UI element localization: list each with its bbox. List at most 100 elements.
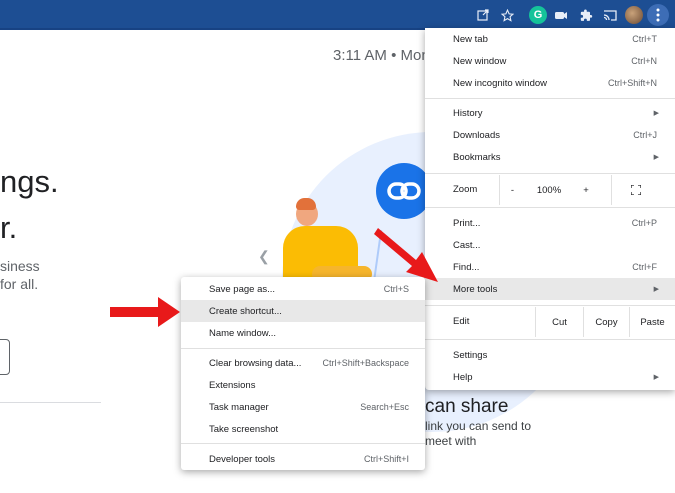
shortcut-label: Ctrl+Shift+I	[363, 454, 409, 464]
zoom-value: 100%	[525, 175, 573, 205]
menu-item-new-incognito[interactable]: New incognito window Ctrl+Shift+N	[425, 72, 675, 94]
menu-item-label: Help	[453, 371, 473, 383]
submenu-item-take-screenshot[interactable]: Take screenshot	[181, 418, 425, 440]
zoom-label: Zoom	[453, 184, 478, 195]
menu-separator	[425, 98, 675, 99]
cut-label: Cut	[552, 316, 567, 328]
submenu-item-label: Developer tools	[209, 453, 276, 465]
menu-separator	[181, 443, 425, 444]
annotation-arrow-right-icon	[110, 297, 180, 327]
shortcut-label: Ctrl+Shift+N	[607, 78, 657, 88]
menu-separator	[425, 207, 675, 208]
menu-item-label: New tab	[453, 33, 488, 45]
annotation-arrow-diagonal-icon	[374, 228, 438, 282]
headline-line-2: r.	[0, 210, 18, 245]
menu-item-print[interactable]: Print... Ctrl+P	[425, 212, 675, 234]
menu-separator	[425, 173, 675, 174]
cut-button[interactable]: Cut	[535, 307, 583, 337]
menu-item-history[interactable]: History ▶	[425, 102, 675, 124]
chevron-left-icon[interactable]: ❮	[258, 248, 270, 265]
submenu-arrow-icon: ▶	[653, 110, 659, 117]
camera-icon[interactable]	[552, 6, 570, 24]
submenu-item-label: Save page as...	[209, 283, 276, 295]
shortcut-label: Ctrl+Shift+Backspace	[322, 358, 409, 368]
submenu-item-label: Take screenshot	[209, 423, 279, 435]
menu-item-label: Find...	[453, 261, 480, 273]
avatar[interactable]	[625, 6, 643, 24]
share-text-line-2: meet with	[425, 434, 477, 448]
shortcut-label: Ctrl+N	[631, 56, 657, 66]
menu-separator	[425, 305, 675, 306]
menu-item-settings[interactable]: Settings	[425, 344, 675, 366]
menu-item-new-tab[interactable]: New tab Ctrl+T	[425, 28, 675, 50]
menu-item-label: Downloads	[453, 129, 500, 141]
menu-item-help[interactable]: Help ▶	[425, 366, 675, 388]
clock-text: 3:11 AM • Mon,	[333, 47, 434, 64]
copy-button[interactable]: Copy	[583, 307, 629, 337]
menu-item-label: New incognito window	[453, 77, 547, 89]
paste-label: Paste	[640, 316, 665, 328]
submenu-item-label: Clear browsing data...	[209, 357, 302, 369]
zoom-minus-label: -	[510, 184, 515, 196]
shortcut-label: Ctrl+J	[633, 130, 657, 140]
grammarly-icon[interactable]: G	[529, 6, 547, 24]
zoom-value-label: 100%	[536, 184, 562, 196]
share-text-line-1: link you can send to	[425, 419, 532, 433]
submenu-item-extensions[interactable]: Extensions	[181, 374, 425, 396]
submenu-item-label: Name window...	[209, 327, 277, 339]
menu-item-label: More tools	[453, 283, 498, 295]
link-icon	[376, 163, 432, 219]
submenu-arrow-icon: ▶	[653, 374, 659, 381]
menu-separator	[425, 339, 675, 340]
cast-icon[interactable]	[601, 6, 619, 24]
share-title: can share	[425, 396, 509, 417]
divider	[0, 402, 101, 403]
submenu-item-label: Create shortcut...	[209, 305, 282, 317]
menu-item-label: Bookmarks	[453, 151, 501, 163]
subtext-line-1: siness	[0, 258, 40, 274]
menu-item-downloads[interactable]: Downloads Ctrl+J	[425, 124, 675, 146]
more-tools-submenu: Save page as... Ctrl+S Create shortcut..…	[181, 277, 425, 470]
zoom-plus-label: +	[583, 184, 589, 196]
zoom-row: Zoom - 100% +	[425, 175, 675, 205]
copy-label: Copy	[595, 316, 618, 328]
edit-row: Edit Cut Copy Paste	[425, 307, 675, 337]
edit-label: Edit	[453, 316, 470, 327]
zoom-in-button[interactable]: +	[573, 175, 599, 205]
paste-button[interactable]: Paste	[629, 307, 675, 337]
menu-separator	[181, 348, 425, 349]
kebab-menu-icon[interactable]	[647, 4, 669, 26]
illustration-person-hair	[296, 198, 316, 210]
menu-item-find[interactable]: Find... Ctrl+F	[425, 256, 675, 278]
shortcut-label: Ctrl+T	[632, 34, 657, 44]
submenu-item-clear-browsing-data[interactable]: Clear browsing data... Ctrl+Shift+Backsp…	[181, 352, 425, 374]
open-in-new-icon[interactable]	[474, 6, 492, 24]
menu-item-cast[interactable]: Cast...	[425, 234, 675, 256]
shortcut-label: Ctrl+P	[631, 218, 657, 228]
submenu-item-task-manager[interactable]: Task manager Search+Esc	[181, 396, 425, 418]
submenu-item-label: Task manager	[209, 401, 269, 413]
submenu-item-name-window[interactable]: Name window...	[181, 322, 425, 344]
submenu-item-label: Extensions	[209, 379, 256, 391]
puzzle-icon[interactable]	[577, 6, 595, 24]
subtext-line-2: for all.	[0, 276, 39, 292]
menu-item-label: Settings	[453, 349, 488, 361]
headline-line-1: ngs.	[0, 164, 59, 199]
menu-item-label: History	[453, 107, 483, 119]
chrome-main-menu: New tab Ctrl+T New window Ctrl+N New inc…	[425, 28, 675, 390]
menu-item-label: Print...	[453, 217, 481, 229]
menu-item-label: New window	[453, 55, 507, 67]
browser-toolbar	[0, 0, 675, 30]
menu-item-label: Cast...	[453, 239, 481, 251]
star-icon[interactable]	[498, 6, 516, 24]
submenu-item-developer-tools[interactable]: Developer tools Ctrl+Shift+I	[181, 448, 425, 470]
menu-item-bookmarks[interactable]: Bookmarks ▶	[425, 146, 675, 168]
shortcut-label: Ctrl+F	[632, 262, 657, 272]
menu-item-new-window[interactable]: New window Ctrl+N	[425, 50, 675, 72]
shortcut-label: Search+Esc	[360, 402, 409, 412]
submenu-item-create-shortcut[interactable]: Create shortcut...	[181, 300, 425, 322]
fullscreen-icon[interactable]	[611, 175, 659, 205]
menu-item-more-tools[interactable]: More tools ▶	[425, 278, 675, 300]
partial-button[interactable]	[0, 339, 10, 375]
zoom-out-button[interactable]: -	[499, 175, 525, 205]
